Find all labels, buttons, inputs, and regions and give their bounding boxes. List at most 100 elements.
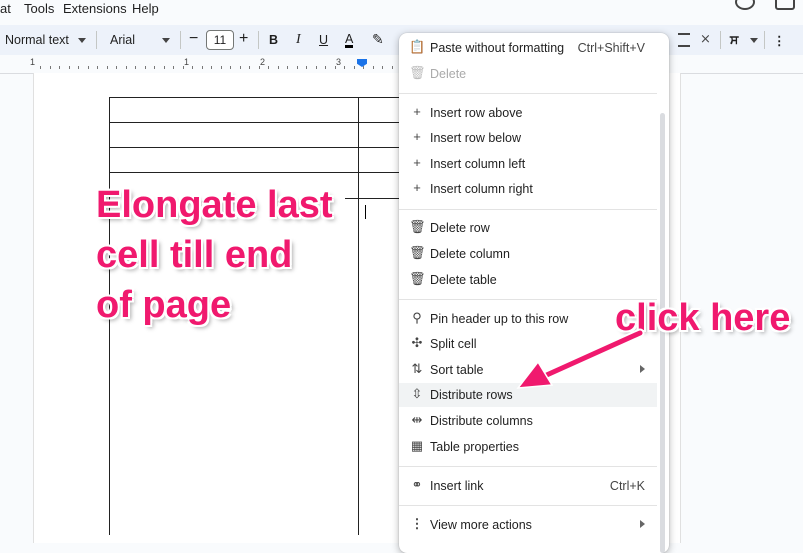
ruler-number: 1	[184, 57, 190, 67]
table-border	[109, 122, 399, 123]
menu-item-label: View more actions	[430, 518, 532, 532]
menu-tools[interactable]: Tools	[24, 1, 54, 16]
menu-item-distribute-rows[interactable]: ⇳ Distribute rows	[399, 383, 657, 407]
ruler-tick	[354, 66, 355, 69]
menu-item-label: Split cell	[430, 337, 477, 351]
menu-item-insert-link[interactable]: ⚭ Insert link Ctrl+K	[399, 474, 657, 498]
font-size-input[interactable]: 11	[206, 30, 234, 50]
table-properties-icon: ▦	[410, 438, 424, 453]
menu-item-label: Pin header up to this row	[430, 312, 569, 326]
ruler-tick	[126, 66, 127, 69]
ruler-tick	[78, 66, 79, 69]
menu-item-delete-column[interactable]: 🗑 Delete column	[399, 242, 657, 266]
chevron-down-icon[interactable]	[750, 38, 758, 43]
increase-font-button[interactable]: +	[239, 30, 248, 48]
font-select[interactable]: Arial	[110, 33, 135, 47]
ruler-tick	[50, 66, 51, 69]
menu-divider	[399, 209, 657, 210]
distribute-rows-icon: ⇳	[411, 386, 423, 401]
menu-item-label: Distribute rows	[430, 388, 513, 402]
clear-format-icon[interactable]: ⨯	[700, 31, 711, 47]
menu-item-distribute-columns[interactable]: ⇹ Distribute columns	[399, 409, 657, 433]
ruler-tick	[107, 66, 108, 69]
ruler-tick	[306, 66, 307, 69]
menu-divider	[399, 466, 657, 467]
menu-item-sort-table[interactable]: ⇅ Sort table	[399, 358, 657, 382]
trash-icon: 🗑	[409, 219, 426, 234]
menu-item-label: Paste without formatting	[430, 41, 565, 55]
separator	[96, 31, 97, 49]
ruler-number: 2	[260, 57, 266, 67]
ruler-tick	[249, 66, 250, 69]
menu-help[interactable]: Help	[132, 1, 159, 16]
trash-icon: 🗑	[409, 245, 426, 260]
ruler-tick	[59, 66, 60, 69]
ruler-tick	[363, 66, 364, 69]
menu-item-insert-row-below[interactable]: + Insert row below	[399, 126, 657, 150]
menu-item-label: Delete table	[430, 273, 497, 287]
menu-item-view-more-actions[interactable]: ⋮ View more actions	[399, 513, 657, 537]
menu-item-label: Delete row	[430, 221, 490, 235]
ruler-tick	[164, 66, 165, 69]
table-border	[109, 147, 399, 148]
ruler-tick	[202, 66, 203, 69]
menu-item-label: Insert column left	[430, 157, 526, 171]
align-icon[interactable]	[678, 33, 690, 47]
split-cell-icon: ✣	[411, 335, 423, 350]
ruler-tick	[88, 66, 89, 69]
trash-icon: 🗑	[409, 271, 426, 286]
menu-item-insert-column-left[interactable]: + Insert column left	[399, 152, 657, 176]
menu-bar: at Tools Extensions Help	[0, 0, 803, 18]
input-tools-button[interactable]: ਸ	[730, 33, 738, 48]
menu-item-delete: 🗑 Delete	[399, 62, 657, 86]
chevron-down-icon[interactable]	[78, 38, 86, 43]
style-select[interactable]: Normal text	[5, 33, 69, 47]
more-options-button[interactable]: ⋮	[773, 33, 786, 48]
annotation-line: cell till end	[96, 234, 293, 276]
ruler-number: 1	[30, 57, 36, 67]
annotation-click-here: click here	[615, 297, 791, 339]
ruler-tick	[183, 66, 184, 69]
ruler-tick	[392, 66, 393, 69]
ruler-tick	[325, 66, 326, 69]
ruler-tick	[116, 66, 117, 69]
menu-item-delete-table[interactable]: 🗑 Delete table	[399, 268, 657, 292]
ruler-indent-marker[interactable]	[357, 59, 367, 67]
menu-item-insert-row-above[interactable]: + Insert row above	[399, 101, 657, 125]
menu-item-delete-row[interactable]: 🗑 Delete row	[399, 216, 657, 240]
ruler-tick	[135, 66, 136, 69]
ruler-tick	[278, 66, 279, 69]
highlight-icon[interactable]: ✎	[372, 31, 384, 48]
ruler-tick	[240, 66, 241, 69]
menu-item-label: Insert column right	[430, 182, 533, 196]
menu-item-paste-without-formatting[interactable]: 📋 Paste without formatting Ctrl+Shift+V	[399, 36, 657, 60]
menu-item-table-properties[interactable]: ▦ Table properties	[399, 435, 657, 459]
ruler-tick	[173, 66, 174, 69]
ruler-tick	[287, 66, 288, 69]
ruler-tick	[259, 66, 260, 69]
plus-icon: +	[413, 180, 421, 195]
chevron-down-icon[interactable]	[162, 38, 170, 43]
bold-button[interactable]: B	[269, 33, 278, 47]
ruler-tick	[221, 66, 222, 69]
history-icon[interactable]	[735, 0, 755, 10]
separator	[764, 31, 765, 49]
ruler-tick	[344, 66, 345, 69]
text-color-button[interactable]: A	[345, 33, 354, 48]
menu-item-label: Insert row below	[430, 131, 522, 145]
italic-button[interactable]: I	[296, 32, 301, 48]
ruler-tick	[40, 66, 41, 69]
decrease-font-button[interactable]: −	[189, 30, 198, 48]
ruler-tick	[382, 66, 383, 69]
menu-format[interactable]: at	[0, 1, 11, 16]
ruler-tick	[154, 66, 155, 69]
menu-item-insert-column-right[interactable]: + Insert column right	[399, 177, 657, 201]
underline-button[interactable]: U	[319, 33, 328, 47]
menu-extensions[interactable]: Extensions	[63, 1, 127, 16]
menu-item-label: Delete column	[430, 247, 510, 261]
menu-item-label: Sort table	[430, 363, 484, 377]
trash-icon: 🗑	[409, 65, 426, 80]
ruler-tick	[145, 66, 146, 69]
comment-icon[interactable]	[775, 0, 795, 10]
ruler-tick	[97, 66, 98, 69]
